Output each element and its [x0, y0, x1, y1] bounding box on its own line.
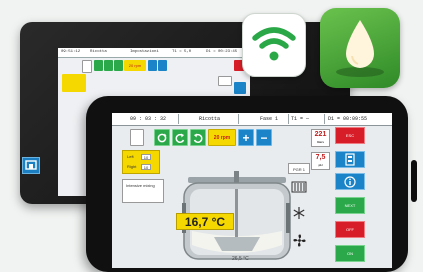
snowflake-icon — [293, 206, 305, 219]
tablet-status-t1: T1 = 5,0 — [172, 50, 192, 54]
on-button[interactable]: ON — [335, 245, 365, 262]
tablet-rotate-ccw-button[interactable] — [104, 60, 113, 71]
speed-display[interactable]: 20 rpm — [208, 129, 236, 146]
ph-indicator: 7,5 pH — [311, 152, 330, 170]
left-value[interactable]: 10 — [141, 154, 151, 160]
status-d1: D1 = 00:09:55 — [328, 116, 368, 122]
liters-unit: liters — [316, 140, 325, 144]
esc-button[interactable]: ESC — [335, 127, 365, 144]
tablet-status-phase: Impostazioni — [130, 50, 159, 54]
info-icon — [344, 175, 356, 188]
rotate-cw-button[interactable] — [190, 129, 206, 146]
heater-button[interactable] — [289, 179, 309, 194]
status-divider — [178, 114, 179, 124]
rotate-cw-icon — [193, 133, 203, 143]
rotate-ccw-button[interactable] — [172, 129, 188, 146]
tablet-plus-button[interactable] — [148, 60, 157, 71]
status-divider — [324, 114, 325, 124]
right-label: Right — [127, 164, 137, 169]
fan-button[interactable] — [289, 233, 309, 248]
ph-value: 7,5 — [315, 154, 326, 161]
tablet-ph-box — [218, 76, 232, 86]
status-bar: 09 : 03 : 32 Ricotta Fase 1 T1 = — D1 = … — [112, 113, 392, 126]
status-divider — [288, 114, 289, 124]
ph-unit: pH — [318, 163, 323, 167]
tablet-agitator-panel[interactable] — [62, 74, 86, 92]
tablet-device-button[interactable] — [234, 82, 246, 94]
tablet-minus-button[interactable] — [158, 60, 167, 71]
liters-value: 221 — [314, 131, 327, 138]
rotate-icon — [157, 133, 167, 142]
status-time: 09 : 03 : 32 — [130, 116, 167, 122]
fan-icon — [292, 234, 306, 247]
drop-icon — [336, 20, 384, 77]
vat-temperature-display: 16,7 °C — [176, 213, 234, 230]
rotate-ccw-icon — [175, 133, 185, 143]
device-icon — [345, 153, 355, 166]
tablet-status-time: 09:51:12 — [61, 50, 81, 54]
tablet-speed-display: 20 rpm — [124, 60, 146, 71]
tablet-status-d1: D1 = 00:23:45 — [206, 50, 238, 54]
wifi-app-icon[interactable] — [242, 13, 306, 77]
cooling-button[interactable] — [289, 205, 309, 220]
next-button[interactable]: NEXT — [335, 197, 365, 214]
tablet-rotate-cw-button[interactable] — [114, 60, 123, 71]
heater-icon — [291, 181, 307, 192]
status-recipe: Ricotta — [199, 116, 221, 122]
wifi-icon — [252, 27, 296, 61]
minus-button[interactable]: − — [256, 129, 272, 146]
plus-button[interactable]: + — [238, 129, 254, 146]
agitator-direction-panel[interactable]: Left 10 Right 10 — [122, 150, 160, 174]
tablet-status-bar: 09:51:12 Ricotta Impostazioni T1 = 5,0 D… — [58, 48, 250, 58]
phone-screen: 09 : 03 : 32 Ricotta Fase 1 T1 = — D1 = … — [112, 113, 392, 268]
left-label: Left — [127, 154, 134, 159]
tablet-home-button[interactable] — [22, 157, 40, 174]
tablet-status-recipe: Ricotta — [90, 50, 107, 54]
phone-side-button — [411, 160, 417, 202]
tablet-rotate-button[interactable] — [94, 60, 103, 71]
info-button[interactable] — [335, 173, 365, 190]
ptc-label[interactable]: PGR 1 — [288, 163, 310, 174]
tablet-blank-button[interactable] — [82, 60, 92, 73]
status-divider — [238, 114, 239, 124]
milk-drop-app-icon[interactable] — [320, 8, 400, 88]
status-phase: Fase 1 — [260, 116, 279, 122]
right-value[interactable]: 10 — [141, 164, 151, 170]
mixing-mode-box[interactable]: Intensive mixing — [122, 179, 164, 203]
device-button[interactable] — [335, 151, 365, 168]
blank-toolbar-button[interactable] — [130, 129, 144, 146]
off-button[interactable]: OFF — [335, 221, 365, 238]
secondary-temperature: 26,5 °C — [232, 256, 249, 262]
liters-indicator: 221 liters — [311, 129, 330, 147]
rotate-button[interactable] — [154, 129, 170, 146]
status-t1: T1 = — — [291, 116, 310, 122]
